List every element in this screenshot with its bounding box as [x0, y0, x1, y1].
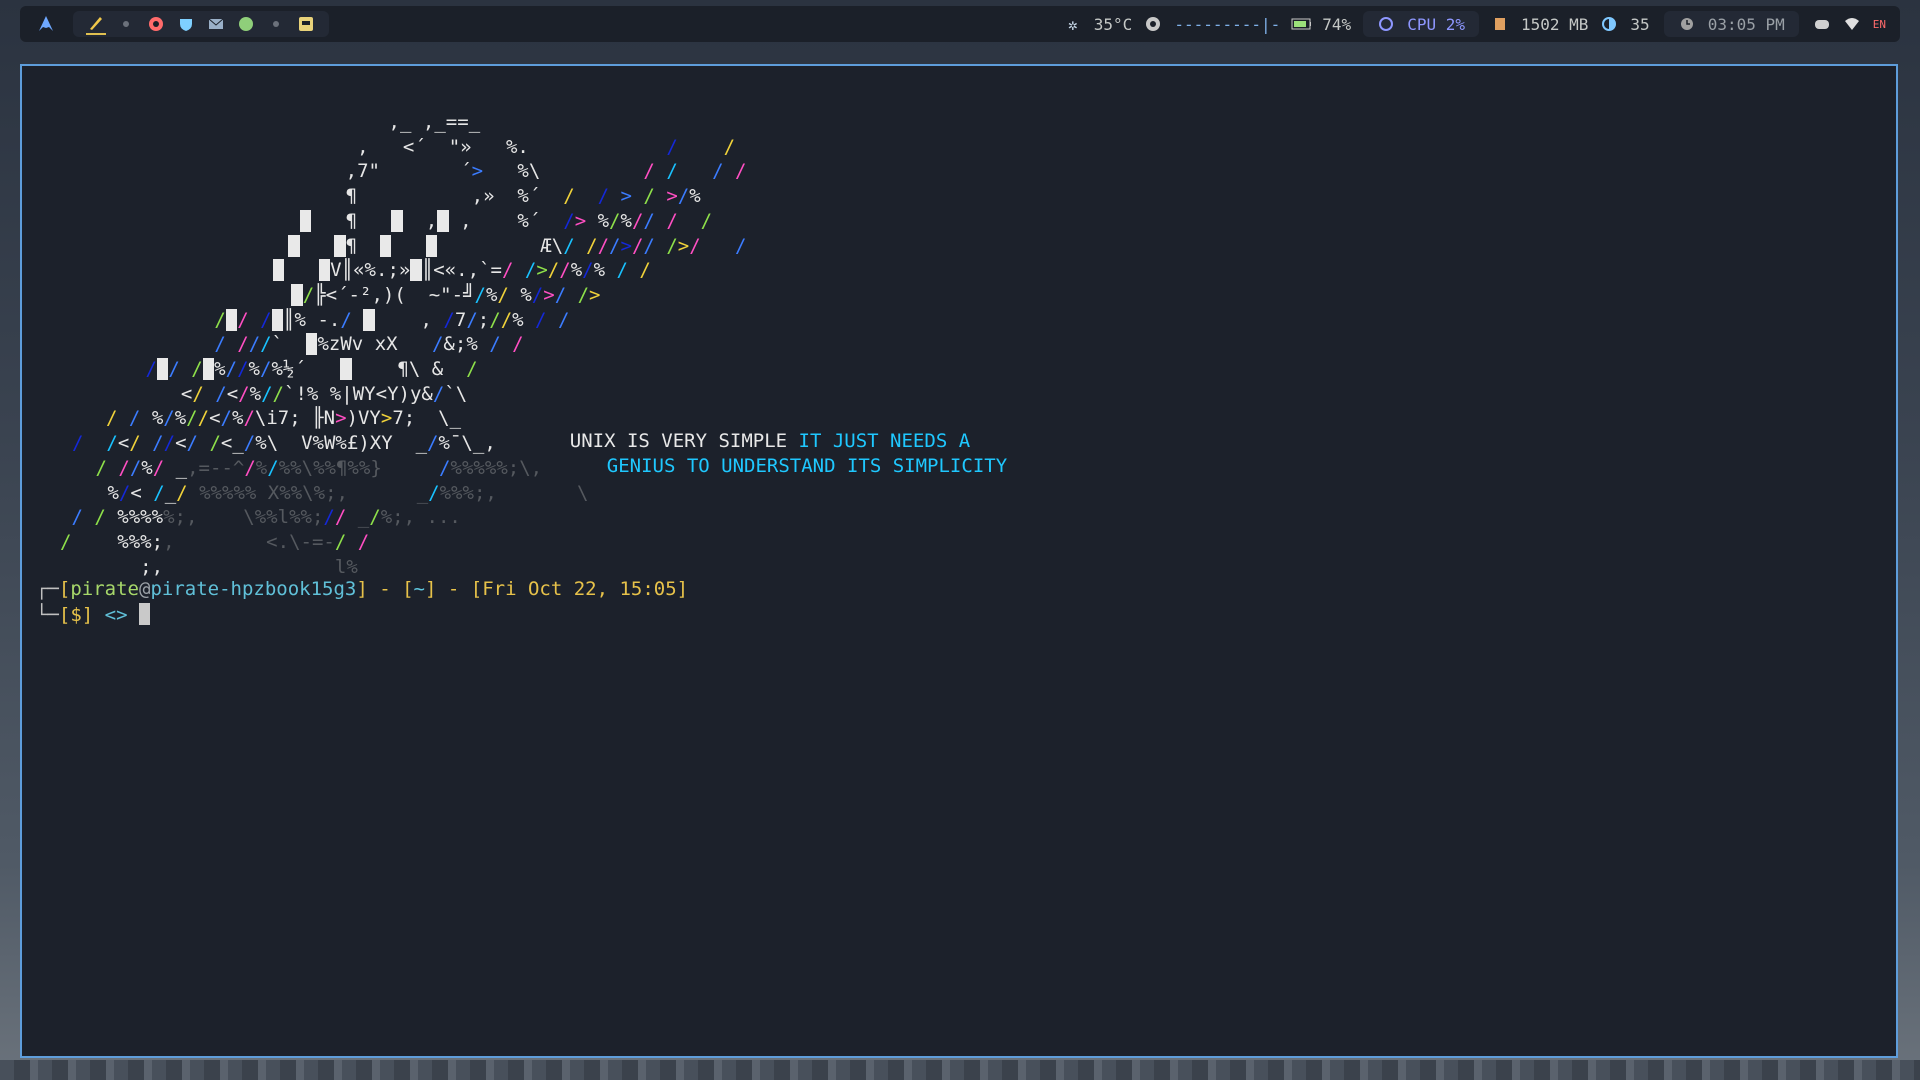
- volume-slider[interactable]: ---------|-: [1174, 15, 1280, 34]
- status-bar: ✲ 35°C ---------|- 74% CPU 2% 1502 MB 35…: [20, 6, 1900, 42]
- memory-icon: [1490, 14, 1510, 34]
- snowflake-icon: ✲: [1067, 14, 1078, 34]
- cpu-usage: CPU 2%: [1407, 14, 1465, 34]
- ascii-art-line: ¶ , , %´ /> %/%// / /: [254, 209, 712, 233]
- prompt-user: pirate: [70, 578, 139, 600]
- ascii-art-line: ;, l%: [140, 555, 358, 578]
- prompt-dir: ~: [413, 578, 425, 600]
- ascii-art-line: / / %/%//</%/\i7; ╟N>)VY>7; \_: [106, 407, 462, 430]
- prompt-sep-2: ] - [: [425, 578, 483, 600]
- keyboard-layout[interactable]: EN: [1873, 18, 1886, 31]
- ascii-art-line: %/< /_/ %%%%% X%%\%;, _/%%%;, \: [107, 481, 589, 504]
- ascii-art-line: , <´ "» %. / /: [357, 135, 736, 158]
- ascii-art-line: / /</ //</ /<_/%\ V%W%£)XY _/%¯\_,: [72, 432, 496, 455]
- discord-box-icon[interactable]: [296, 14, 316, 34]
- clock-pill: 03:05 PM: [1663, 11, 1799, 37]
- prompt-close: ]: [676, 578, 689, 600]
- ascii-art-line: </ /</%//`!% %|WY<Y)y&/`\: [180, 382, 468, 405]
- shield-icon[interactable]: [176, 14, 196, 34]
- pen-icon[interactable]: [86, 13, 106, 35]
- ascii-art-line: / / %%%%%;, \%%l%%;// _/%;, ...: [71, 506, 461, 529]
- prompt-line-2[interactable]: └─[$] <>: [36, 603, 151, 626]
- prompt-sep-1: ] - [: [356, 578, 414, 600]
- spotify-icon[interactable]: [236, 14, 256, 34]
- dot-icon[interactable]: [266, 14, 286, 34]
- battery-level: 74%: [1322, 14, 1352, 34]
- ascii-art-line: / ///` %zWv xX /&;% / /: [214, 333, 524, 356]
- clock: 03:05 PM: [1707, 14, 1785, 34]
- mail-icon[interactable]: [206, 14, 226, 34]
- ascii-art-line: ¶ ,» %´ / / > / >/%: [345, 185, 701, 208]
- wallpaper-strip: [0, 1060, 1920, 1080]
- cpu-icon: [1376, 14, 1396, 34]
- ascii-art: ,_ ,_==_ , <´ "» %. / / ,7" ´> %\ / / / …: [22, 66, 1896, 1056]
- prompt-symbol: [$]: [58, 604, 94, 626]
- prompt-datetime: Fri Oct 22, 15:05: [482, 578, 677, 600]
- ascii-art-line: / //%/ _,=--^/%/%%\%%¶%%} /%%%%%;\,: [95, 456, 543, 479]
- prompt-corner-top: ┌─: [36, 578, 59, 600]
- prompt-corner-bottom: └─: [36, 604, 59, 626]
- ascii-art-line: /╠<´-²,)( ~"-╝/%/ %/>/ />: [234, 283, 601, 307]
- ascii-art-line: ¶ Æ\/ ///>// />/ /: [254, 234, 746, 258]
- brightness-level: 35: [1630, 14, 1650, 34]
- ascii-art-line: / / / ║% -./ , /7/;//% / /: [214, 308, 570, 331]
- terminal-window[interactable]: ,_ ,_==_ , <´ "» %. / / ,7" ´> %\ / / / …: [20, 64, 1898, 1058]
- workspace-apps: [73, 11, 329, 37]
- prompt-at: @: [138, 578, 151, 600]
- ascii-art-line: ,_ ,_==_: [388, 111, 481, 133]
- ascii-art-line: / %%%;, <.\-=-/ /: [60, 530, 370, 553]
- dot-icon[interactable]: [116, 14, 136, 34]
- discord-icon[interactable]: [1812, 14, 1832, 34]
- ascii-art-line: / / / %//%/%½´ ¶\ & /: [145, 358, 478, 380]
- clock-icon: [1677, 14, 1697, 34]
- ascii-art-line: V║«%.;» ║<«.,`=/ />//%/% / /: [250, 258, 651, 282]
- volume-icon[interactable]: [1143, 14, 1163, 34]
- quote-part-3: GENIUS TO UNDERSTAND ITS SIMPLICITY: [606, 455, 1008, 477]
- text-cursor[interactable]: [139, 603, 151, 625]
- memory-usage: 1502 MB: [1520, 14, 1589, 34]
- temperature: 35°C: [1093, 14, 1133, 34]
- quote-line-2: GENIUS TO UNDERSTAND ITS SIMPLICITY: [561, 433, 1007, 499]
- prompt-arrow: <>: [104, 604, 128, 626]
- chrome-icon[interactable]: [146, 14, 166, 34]
- cpu-pill: CPU 2%: [1363, 11, 1479, 37]
- arch-launcher-icon[interactable]: [36, 14, 56, 34]
- battery-icon: [1291, 14, 1312, 34]
- wifi-icon[interactable]: [1842, 14, 1862, 34]
- prompt-line-1: ┌─[pirate@pirate-hpzbook15g3] - [~] - [F…: [36, 578, 689, 600]
- brightness-icon[interactable]: [1599, 14, 1619, 34]
- prompt-host: pirate-hpzbook15g3: [150, 578, 357, 600]
- ascii-art-line: ,7" ´> %\ / / / /: [345, 160, 747, 183]
